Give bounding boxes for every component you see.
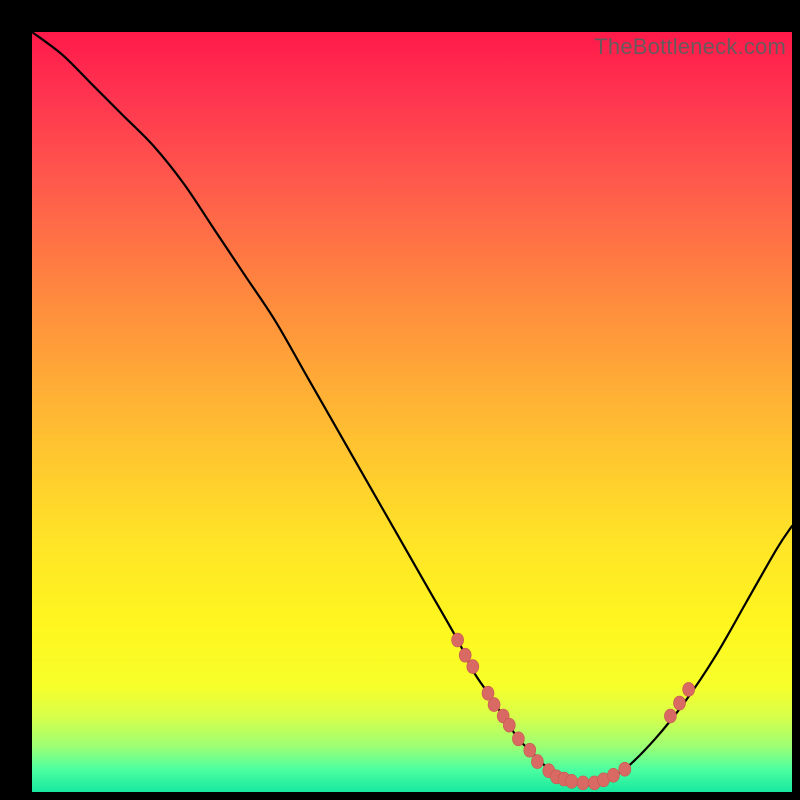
data-marker <box>452 633 464 647</box>
data-markers-group <box>452 633 695 790</box>
data-marker <box>619 762 631 776</box>
data-marker <box>459 648 471 662</box>
data-marker <box>531 755 543 769</box>
chart-frame: TheBottleneck.com <box>12 12 788 788</box>
data-marker <box>467 660 479 674</box>
data-marker <box>577 776 589 790</box>
curve-layer <box>32 32 792 792</box>
data-marker <box>566 774 578 788</box>
plot-area: TheBottleneck.com <box>32 32 792 792</box>
data-marker <box>607 768 619 782</box>
watermark-text: TheBottleneck.com <box>594 34 786 60</box>
data-marker <box>664 709 676 723</box>
data-marker <box>512 732 524 746</box>
data-marker <box>674 696 686 710</box>
data-marker <box>488 698 500 712</box>
data-marker <box>683 682 695 696</box>
data-marker <box>503 718 515 732</box>
bottleneck-curve <box>32 32 792 785</box>
data-marker <box>524 743 536 757</box>
